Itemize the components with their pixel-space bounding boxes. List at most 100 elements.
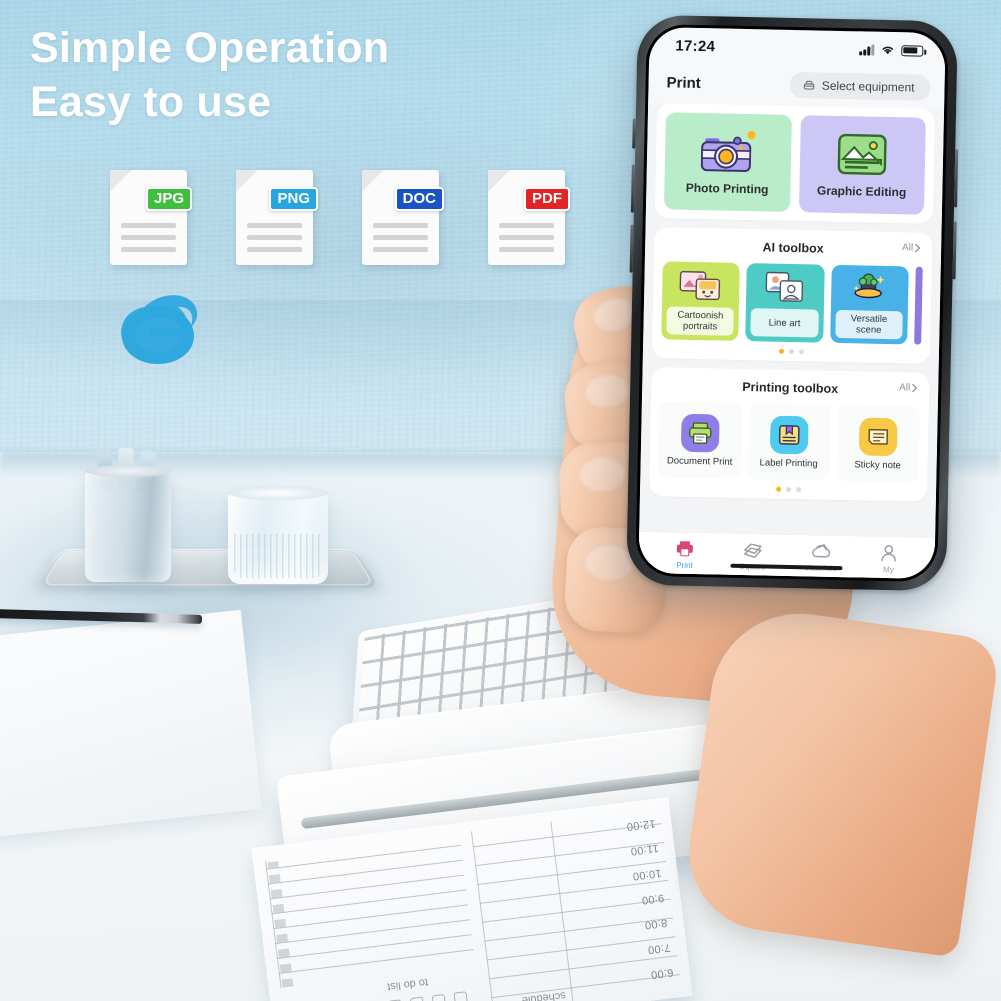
document-print-card[interactable]: Document Print [658,401,742,479]
select-equipment-label: Select equipment [821,78,915,95]
mute-switch[interactable] [632,118,636,149]
cartoonish-portraits-label: Cartoonish portraits [666,306,735,336]
wifi-icon [882,46,894,55]
feature-cards-panel: Photo Printing Graphic Editing [654,103,936,224]
file-png-icon: PNG [236,170,318,265]
image-icon [837,133,887,175]
printing-toolbox-header: Printing toolbox All [660,375,920,399]
printing-toolbox-title: Printing toolbox [742,379,839,396]
paper-weather-icons [287,985,469,1001]
page-dot[interactable] [788,348,794,355]
sticky-note-icon [858,416,898,456]
chevron-right-icon [912,383,918,393]
page-fold [110,170,132,192]
tab-print-label: Print [676,560,693,570]
status-bar-time: 17:24 [675,37,716,55]
photo-printing-label: Photo Printing [685,180,769,197]
file-format-badge: PNG [269,187,318,211]
supported-file-formats: JPG PNG DOC PDF [110,170,570,265]
file-pdf-icon: PDF [488,170,570,265]
headline-line-2: Easy to use [30,78,272,126]
schedule-time: 10:00 [631,866,663,883]
paper-icon [409,997,425,1001]
printing-toolbox-panel: Printing toolbox All Document Print Labe… [648,367,930,502]
file-format-badge: PDF [524,187,570,211]
all-label: All [901,242,914,254]
headline-line-1: Simple Operation [30,24,390,72]
smartphone-device: 17:24 Print Select equipment Photo Print… [626,14,959,592]
label-tag-icon [769,415,809,454]
printing-toolbox-all-link[interactable]: All [899,382,918,393]
drinking-glass [228,486,328,584]
ai-toolbox-panel: AI toolbox All Cartoonish portraits Line… [651,227,933,364]
page-fold [236,170,258,192]
printer-icon [804,80,815,90]
file-text-lines [247,223,302,252]
internet-explorer-logo [110,282,210,374]
paper-icon [431,994,447,1001]
ai-toolbox-pagination[interactable] [661,346,921,356]
file-text-lines [121,223,176,252]
status-bar-icons [859,43,924,57]
file-doc-icon: DOC [362,170,444,265]
phone-bezel: 17:24 Print Select equipment Photo Print… [635,23,949,583]
tab-my-label: My [883,564,894,575]
status-bar: 17:24 [648,26,946,70]
ai-toolbox-title: AI toolbox [762,239,824,256]
page-dot[interactable] [795,487,801,493]
volume-up-button[interactable] [630,164,635,213]
versatile-scene-label: Versatile scene [834,309,903,340]
glass-ribs [234,534,322,578]
phone-screen: 17:24 Print Select equipment Photo Print… [638,26,946,580]
schedule-time-column: 12:00 11:00 10:00 9:00 8:00 7:00 6:00 [550,808,683,1001]
tab-my[interactable]: My [859,543,918,574]
file-jpg-icon: JPG [110,170,192,265]
blank-paper-sheet [0,609,262,841]
schedule-time: 6:00 [650,965,675,981]
page-dot[interactable] [785,486,791,493]
user-profile-tab-icon [881,545,896,562]
app-content: Photo Printing Graphic Editing AI toolbo… [638,102,945,580]
select-equipment-button[interactable]: Select equipment [789,71,931,101]
schedule-time: 9:00 [641,891,666,907]
schedule-time: 7:00 [647,941,672,956]
bottom-tab-bar: Print Square Materials [638,530,936,580]
sticky-note-card[interactable]: Sticky note [836,404,920,483]
hand-wrist [679,602,1001,958]
file-text-lines [373,223,428,252]
promo-headline: Simple Operation Easy to use [30,22,389,130]
ai-toolbox-header: AI toolbox All [663,235,923,259]
paper-icon [453,991,469,1001]
line-art-label: Line art [750,308,819,338]
schedule-time: 12:00 [625,816,657,833]
printing-toolbox-pagination[interactable] [658,484,918,494]
app-header: Print Select equipment [648,62,945,110]
page-fold [362,170,384,192]
page-dot-active[interactable] [775,486,781,492]
label-printing-card[interactable]: Label Printing [747,403,831,481]
page-title: Print [666,73,701,92]
tab-print[interactable]: Print [655,539,714,570]
page-fold [488,170,510,192]
printing-toolbox-items: Document Print Label Printing Sticky not… [658,401,920,483]
cellular-signal-icon [859,44,875,56]
volume-down-button[interactable] [629,224,634,273]
all-label: All [899,382,911,394]
sticky-note-label: Sticky note [854,458,901,471]
chevron-right-icon [915,243,921,253]
schedule-time: 8:00 [644,916,669,931]
photo-printing-card[interactable]: Photo Printing [663,112,792,212]
pen-holder-cup [85,465,171,582]
line-art-photos-icon [763,269,808,304]
cartoonish-portraits-card[interactable]: Cartoonish portraits [661,261,741,341]
graphic-editing-label: Graphic Editing [816,183,907,200]
versatile-scene-card[interactable]: Versatile scene [829,264,909,345]
square-stack-tab-icon [743,543,762,559]
page-dot[interactable] [798,349,804,355]
line-art-card[interactable]: Line art [745,263,825,343]
graphic-editing-card[interactable]: Graphic Editing [798,115,926,215]
next-card-peek[interactable] [914,266,923,345]
page-dot-active[interactable] [778,348,784,354]
ai-toolbox-all-link[interactable]: All [901,242,921,254]
file-text-lines [499,223,554,252]
